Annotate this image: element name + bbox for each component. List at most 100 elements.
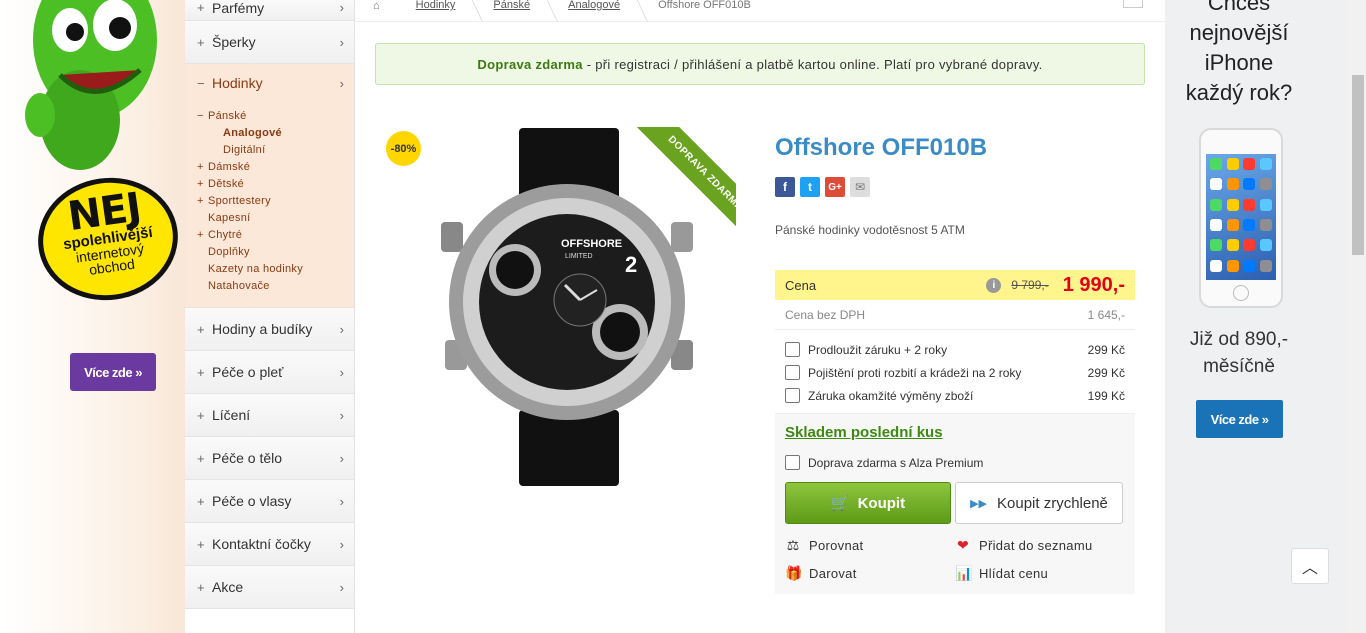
breadcrumb-item[interactable]: Pánské [477,0,559,22]
right-banner-ad[interactable]: Chceš nejnovější iPhone každý rok? Již o… [1165,0,1350,633]
right-ad-more-button[interactable]: Více zde » [1196,400,1283,438]
breadcrumb-link[interactable]: Analogové [568,0,620,11]
breadcrumb-item[interactable]: Analogové [552,0,649,22]
watch-brand-text: OFFSHORE [561,238,622,250]
sidebar-item[interactable]: + Líčení › [185,394,354,437]
subcategory-item[interactable]: Analogové [197,125,354,142]
chevron-right-icon: › [339,450,344,466]
premium-checkbox[interactable] [785,455,800,470]
facebook-icon[interactable]: f [775,177,795,197]
subcategory-item[interactable]: + Dětské [197,176,354,193]
grid-view-icon[interactable] [1123,0,1143,8]
left-ad-more-button[interactable]: Více zde » [70,353,156,391]
right-ad-title-line: každý rok? [1185,80,1293,105]
watch-sub-text: LIMITED [565,253,593,260]
option-label: Pojištění proti rozbití a krádeži na 2 r… [808,365,1022,380]
cart-icon: 🛒 [830,495,850,512]
subcategory-item[interactable]: + Chytré [197,227,354,244]
category-sidebar: + Parfémy › + Šperky › − Hodinky › − Páns… [185,0,355,633]
sidebar-item[interactable]: + Akce › [185,566,354,609]
quick-buy-button[interactable]: ▶▶ Koupit zrychleně [955,482,1123,524]
right-ad-title: Chceš nejnovější iPhone každý rok? [1165,0,1313,108]
sidebar-item-label: Hodinky [212,75,263,91]
stock-status[interactable]: Skladem poslední kus [785,424,1125,441]
scales-icon: ⚖ [786,537,800,553]
subcategory-label: Dámské [208,161,251,173]
left-banner-ad[interactable]: NEJ spolehlivější internetový obchod Víc… [0,0,185,633]
sidebar-item-sperky[interactable]: + Šperky › [185,21,354,64]
right-ad-price-line: Již od 890,- [1189,329,1289,350]
svg-text:2: 2 [625,252,637,277]
discount-badge: -80% [386,131,421,166]
action-label: Porovnat [809,538,864,553]
plus-icon: + [197,493,205,509]
product-main: ⌂ Hodinky Pánské Analogové Offshore OFF0… [355,0,1165,633]
option-price: 299 Kč [1087,342,1125,357]
price-without-vat-row: Cena bez DPH 1 645,- [775,300,1135,330]
subcategory-item[interactable]: Natahovače [197,278,354,295]
sidebar-item[interactable]: + Kontaktní čočky › [185,523,354,566]
product-image[interactable]: OFFSHORE LIMITED 2 -80% DOPRAVA ZDARMA [375,120,755,500]
sidebar-item-label: Akce [212,579,244,595]
subcategory-label: Chytré [208,229,243,241]
subcategory-label: Sporttestery [208,195,271,207]
sidebar-item[interactable]: + Péče o pleť › [185,351,354,394]
plus-icon: + [197,34,205,50]
subcategory-item[interactable]: Kapesní [197,210,354,227]
sidebar-item-hodinky[interactable]: − Hodinky › [185,64,354,102]
sidebar-item[interactable]: + Hodiny a budíky › [185,308,354,351]
subcategory-item[interactable]: Digitální [197,142,354,159]
sidebar-item-parfemy[interactable]: + Parfémy › [185,0,354,21]
chevron-right-icon: › [339,407,344,423]
subcategory-item[interactable]: Doplňky [197,244,354,261]
option-checkbox[interactable] [785,388,800,403]
premium-label: Doprava zdarma s Alza Premium [808,455,984,470]
plus-icon: + [197,178,204,190]
chevron-right-icon: › [339,579,344,595]
sidebar-item[interactable]: + Péče o tělo › [185,437,354,480]
free-shipping-banner: Doprava zdarma - při registraci / přihlá… [375,43,1145,85]
breadcrumb-item[interactable]: Hodinky [400,0,484,22]
social-share: f t G+ ✉ [775,177,870,197]
option-label: Záruka okamžité výměny zboží [808,388,974,403]
info-icon[interactable]: i [986,277,1002,293]
breadcrumb-link[interactable]: Pánské [493,0,530,11]
wishlist-action[interactable]: ❤ Přidat do seznamu [955,537,1125,554]
buy-button[interactable]: 🛒 Koupit [785,482,951,524]
subcategory-item[interactable]: − Pánské [197,108,354,125]
extra-option[interactable]: Pojištění proti rozbití a krádeži na 2 r… [785,361,1125,384]
subcategory-label: Natahovače [208,280,270,292]
premium-shipping-option[interactable]: Doprava zdarma s Alza Premium [785,455,1125,470]
scroll-to-top-button[interactable]: ︿ [1291,548,1329,584]
home-icon[interactable]: ⌂ [373,0,400,12]
quick-buy-label: Koupit zrychleně [997,494,1108,512]
google-plus-icon[interactable]: G+ [825,177,845,197]
sidebar-item[interactable]: + Péče o vlasy › [185,480,354,523]
sidebar-item-label: Kontaktní čočky [212,536,311,552]
chevron-right-icon: › [339,75,344,91]
plus-icon: + [197,229,204,241]
price-box: Cena i 9 799,- 1 990,- Cena bez DPH 1 64… [775,270,1135,594]
breadcrumb-link[interactable]: Hodinky [416,0,456,11]
price-watch-action[interactable]: 📊 Hlídat cenu [955,565,1125,582]
twitter-icon[interactable]: t [800,177,820,197]
subcategory-item[interactable]: + Sporttestery [197,193,354,210]
shipping-bold-text: Doprava zdarma [477,56,583,72]
subcategory-item[interactable]: + Dámské [197,159,354,176]
breadcrumb: ⌂ Hodinky Pánské Analogové Offshore OFF0… [355,0,1165,22]
subcategory-label: Digitální [223,144,266,156]
extra-option[interactable]: Záruka okamžité výměny zboží 199 Kč [785,384,1125,407]
compare-action[interactable]: ⚖ Porovnat [785,537,955,554]
chart-icon: 📊 [955,565,973,581]
gift-action[interactable]: 🎁 Darovat [785,565,955,582]
option-label: Prodloužit záruku + 2 roky [808,342,948,357]
sidebar-item-label: Péče o vlasy [212,493,292,509]
email-icon[interactable]: ✉ [850,177,870,197]
subcategory-label: Doplňky [208,246,250,258]
scrollbar[interactable] [1350,0,1366,633]
shipping-text: - při registraci / přihlášení a platbě k… [582,56,1043,72]
option-checkbox[interactable] [785,342,800,357]
option-checkbox[interactable] [785,365,800,380]
subcategory-item[interactable]: Kazety na hodinky [197,261,354,278]
extra-option[interactable]: Prodloužit záruku + 2 roky 299 Kč [785,338,1125,361]
